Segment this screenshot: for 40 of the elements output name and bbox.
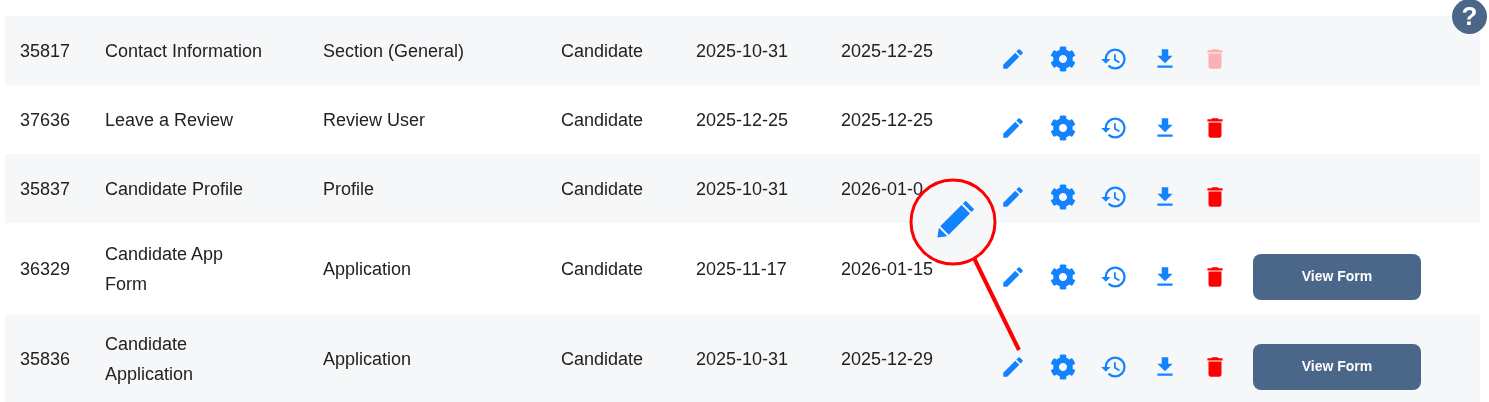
table-cell: 2025-11-17 bbox=[696, 259, 787, 279]
table-cell: Candidate bbox=[561, 259, 644, 279]
settings-icon[interactable] bbox=[1050, 45, 1076, 72]
help-button[interactable]: ? bbox=[1452, 0, 1487, 34]
table-cell: Review User bbox=[323, 109, 426, 130]
settings-icon[interactable] bbox=[1050, 114, 1076, 141]
table-cell: 2025-12-25 bbox=[841, 40, 934, 61]
table-cell: Candidate bbox=[561, 40, 644, 61]
table-cell-text: Candidate Profile bbox=[105, 177, 245, 201]
table-cell: Application bbox=[323, 349, 412, 369]
table-cell: 2025-12-25 bbox=[696, 109, 789, 130]
table-cell: 2026-01-15 bbox=[841, 259, 934, 279]
table-cell: Candidate bbox=[561, 109, 644, 130]
settings-icon[interactable] bbox=[1050, 264, 1076, 290]
view-form-button[interactable]: View Form bbox=[1253, 253, 1421, 300]
table-cell: Candidate bbox=[561, 349, 644, 369]
settings-icon[interactable] bbox=[1050, 183, 1076, 210]
edit-icon[interactable] bbox=[1000, 354, 1026, 380]
table-cell: 35836 bbox=[20, 349, 71, 369]
table-cell: 2025-12-29 bbox=[841, 349, 934, 369]
table-cell: Profile bbox=[323, 178, 375, 199]
edit-icon[interactable] bbox=[1000, 264, 1026, 290]
table-cell-text: Leave a Review bbox=[105, 108, 235, 132]
table-cell-text: Candidate App Form bbox=[105, 243, 225, 296]
table-cell: Application bbox=[323, 259, 412, 279]
table-cell: 2025-10-31 bbox=[696, 349, 789, 369]
table-cell: 2025-10-31 bbox=[696, 178, 789, 199]
table-cell: 35817 bbox=[20, 40, 71, 61]
table-cell: 35837 bbox=[20, 178, 71, 199]
table-cell-text: Contact Information bbox=[105, 39, 264, 63]
table-cell: Section (General) bbox=[323, 40, 465, 61]
table-cell: 2025-10-31 bbox=[696, 40, 789, 61]
table-cell: 36329 bbox=[20, 259, 71, 279]
table-cell: Candidate bbox=[561, 178, 644, 199]
view-form-button[interactable]: View Form bbox=[1253, 343, 1421, 390]
settings-icon[interactable] bbox=[1050, 354, 1076, 380]
table-cell: 2026-01-0 bbox=[841, 178, 924, 199]
table-cell: 37636 bbox=[20, 109, 71, 130]
table-cell-text: Candidate Application bbox=[105, 333, 195, 386]
table-cell: 2025-12-25 bbox=[841, 109, 934, 130]
